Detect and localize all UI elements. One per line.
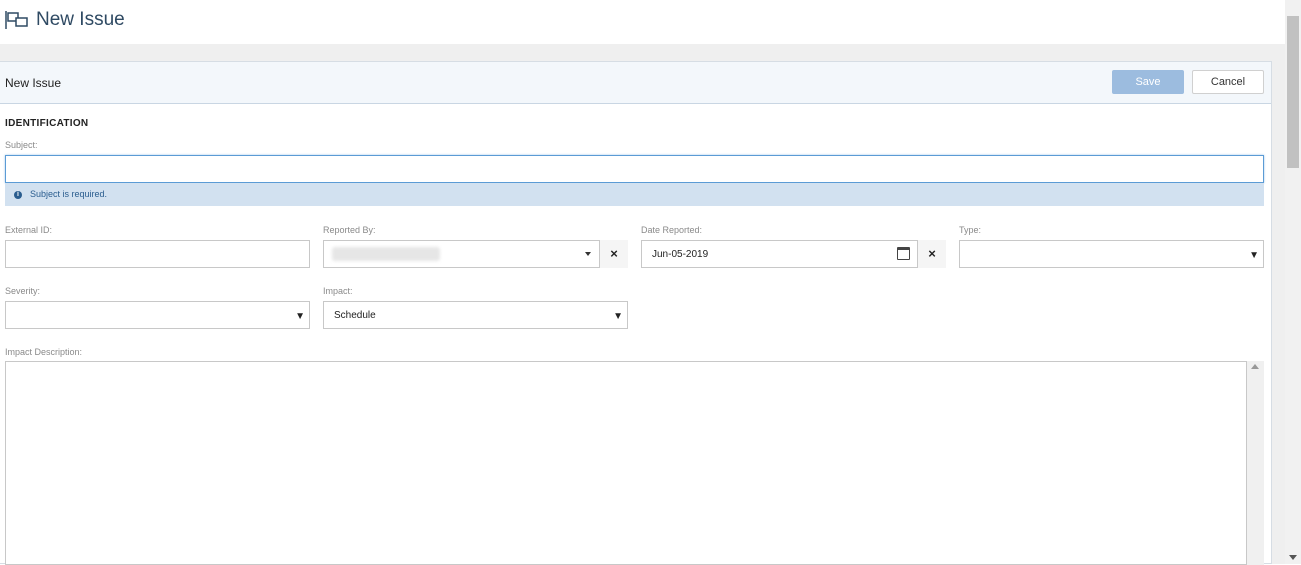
- scroll-down-icon[interactable]: [1289, 555, 1297, 560]
- reported-by-label: Reported By:: [323, 225, 376, 235]
- textarea-scrollbar[interactable]: [1247, 361, 1264, 565]
- subject-input[interactable]: [5, 155, 1264, 183]
- chevron-down-icon: [585, 252, 591, 256]
- external-id-input[interactable]: [5, 240, 310, 268]
- panel-header: New Issue Save Cancel: [0, 62, 1271, 104]
- reported-by-clear-button[interactable]: ×: [600, 240, 628, 268]
- subject-validation-message: i Subject is required.: [5, 183, 1264, 206]
- page-title: New Issue: [36, 9, 125, 30]
- panel-title: New Issue: [5, 76, 62, 90]
- impact-description-textarea[interactable]: [5, 361, 1247, 565]
- impact-select[interactable]: Schedule ▼: [323, 301, 628, 329]
- reported-by-select[interactable]: [323, 240, 600, 268]
- save-button[interactable]: Save: [1112, 70, 1184, 94]
- issue-icon: [5, 11, 28, 29]
- dropdown-arrow-icon: ▼: [613, 311, 623, 322]
- type-label: Type:: [959, 225, 982, 235]
- severity-label: Severity:: [5, 286, 41, 296]
- validation-text: Subject is required.: [30, 189, 108, 199]
- date-reported-clear-button[interactable]: ×: [918, 240, 946, 268]
- dropdown-arrow-icon: ▼: [295, 311, 305, 322]
- scrollbar-thumb[interactable]: [1287, 16, 1299, 168]
- info-icon: i: [14, 191, 22, 199]
- impact-description-label: Impact Description:: [5, 347, 83, 357]
- page-header: New Issue: [0, 0, 1285, 44]
- dropdown-arrow-icon: ▼: [1249, 250, 1259, 261]
- type-select[interactable]: ▼: [959, 240, 1264, 268]
- severity-select[interactable]: ▼: [5, 301, 310, 329]
- scroll-up-icon[interactable]: [1251, 364, 1259, 369]
- page-scrollbar[interactable]: [1285, 0, 1301, 564]
- impact-label: Impact:: [323, 286, 353, 296]
- cancel-button[interactable]: Cancel: [1192, 70, 1264, 94]
- external-id-label: External ID:: [5, 225, 53, 235]
- reported-by-value-redacted: [332, 247, 440, 261]
- date-reported-label: Date Reported:: [641, 225, 703, 235]
- calendar-icon[interactable]: [897, 247, 910, 260]
- subject-label: Subject:: [5, 140, 38, 150]
- issue-form-panel: New Issue Save Cancel IDENTIFICATION Sub…: [0, 61, 1272, 565]
- date-reported-input[interactable]: Jun-05-2019: [641, 240, 918, 268]
- impact-value: Schedule: [334, 310, 376, 321]
- section-title-identification: IDENTIFICATION: [5, 118, 89, 129]
- date-reported-value: Jun-05-2019: [652, 249, 709, 260]
